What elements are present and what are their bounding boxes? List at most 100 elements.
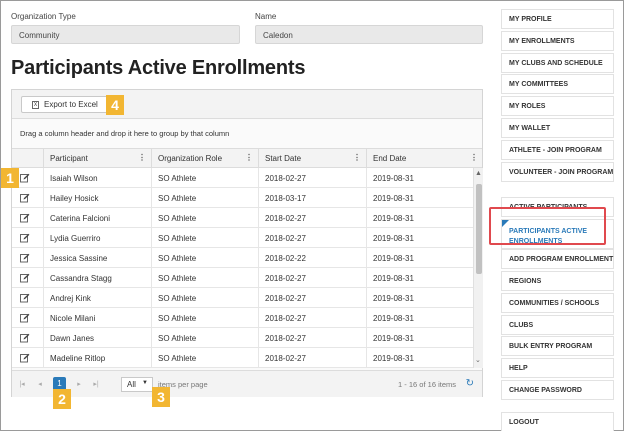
grid-scrollbar[interactable]: ▲ ⌄	[473, 168, 483, 368]
sidebar-item-label: HELP	[509, 365, 528, 373]
sidebar-item-my-roles[interactable]: MY ROLES	[501, 96, 614, 117]
first-page-icon[interactable]: |◂	[16, 379, 28, 390]
header-start-date[interactable]: Start Date ⋮	[258, 149, 366, 168]
scroll-up-icon[interactable]: ▲	[475, 170, 482, 177]
table-row[interactable]: Andrej Kink SO Athlete 2018-02-27 2019-08-3…	[12, 288, 473, 308]
participant-cell: Nicole Milani	[43, 308, 151, 328]
participant-cell: Lydia Guerriro	[43, 228, 151, 248]
sidebar-item-add-program-enrollment[interactable]: ADD PROGRAM ENROLLMENT	[501, 249, 614, 270]
scroll-thumb[interactable]	[476, 184, 482, 274]
start-date-cell: 2018-02-27	[258, 168, 366, 188]
end-date-cell: 2019-08-31	[366, 308, 473, 328]
pencil-icon[interactable]	[20, 173, 30, 183]
sidebar-item-bulk-entry-program[interactable]: BULK ENTRY PROGRAM	[501, 336, 614, 357]
sidebar-item-athlete-join-program[interactable]: ATHLETE - JOIN PROGRAM	[501, 139, 614, 160]
sidebar-item-label: CLUBS	[509, 321, 534, 329]
end-date-cell: 2019-08-31	[366, 208, 473, 228]
refresh-icon[interactable]: ↻	[466, 378, 474, 389]
column-menu-icon[interactable]: ⋮	[353, 153, 361, 162]
sidebar-item-clubs[interactable]: CLUBS	[501, 314, 614, 335]
edit-cell	[12, 328, 43, 348]
sidebar-item-label: MY ENROLLMENTS	[509, 37, 575, 45]
highlight-box	[489, 207, 606, 245]
table-row[interactable]: Dawn Janes SO Athlete 2018-02-27 2019-08-31	[12, 328, 473, 348]
prev-page-icon[interactable]: ◂	[34, 379, 46, 390]
header-end-label: End Date	[373, 154, 407, 163]
sidebar-item-regions[interactable]: REGIONS	[501, 271, 614, 291]
sidebar-item-my-committees[interactable]: MY COMMITTEES	[501, 74, 614, 95]
pencil-icon[interactable]	[20, 333, 30, 343]
org-type-field: Community	[11, 25, 240, 44]
edit-cell	[12, 268, 43, 288]
pencil-icon[interactable]	[20, 213, 30, 223]
start-date-cell: 2018-02-27	[258, 288, 366, 308]
header-organization-role[interactable]: Organization Role ⋮	[151, 149, 258, 168]
pencil-icon[interactable]	[20, 193, 30, 203]
role-cell: SO Athlete	[151, 288, 258, 308]
header-participant[interactable]: Participant ⋮	[43, 149, 151, 168]
header-end-date[interactable]: End Date ⋮	[366, 149, 483, 168]
pencil-icon[interactable]	[20, 353, 30, 363]
edit-cell	[12, 288, 43, 308]
pencil-icon[interactable]	[20, 273, 30, 283]
edit-cell	[12, 348, 43, 368]
table-row[interactable]: Lydia Guerriro SO Athlete 2018-02-27 2019-0…	[12, 228, 473, 248]
column-menu-icon[interactable]: ⋮	[470, 153, 478, 162]
grid-header: Participant ⋮ Organization Role ⋮ Start …	[12, 148, 482, 168]
sidebar-item-label: VOLUNTEER - JOIN PROGRAM	[509, 168, 614, 176]
role-cell: SO Athlete	[151, 268, 258, 288]
page-title: Participants Active Enrollments	[11, 57, 306, 79]
sidebar-item-label: CHANGE PASSWORD	[509, 387, 582, 394]
sidebar-item-my-clubs-and-schedule[interactable]: MY CLUBS AND SCHEDULE	[501, 52, 614, 73]
end-date-cell: 2019-08-31	[366, 268, 473, 288]
participant-cell: Dawn Janes	[43, 328, 151, 348]
column-menu-icon[interactable]: ⋮	[245, 153, 253, 162]
end-date-cell: 2019-08-31	[366, 328, 473, 348]
export-excel-button[interactable]: X Export to Excel	[21, 96, 109, 113]
pencil-icon[interactable]	[20, 313, 30, 323]
name-label: Name	[255, 12, 277, 21]
column-menu-icon[interactable]: ⋮	[138, 153, 146, 162]
name-field: Caledon	[255, 25, 483, 44]
page-size-select[interactable]: All ▼	[121, 377, 153, 392]
grid-body: Isaiah Wilson SO Athlete 2018-02-27 2019-08…	[12, 168, 473, 368]
end-date-cell: 2019-08-31	[366, 288, 473, 308]
header-participant-label: Participant	[50, 154, 88, 163]
sidebar-item-communities-schools[interactable]: COMMUNITIES / SCHOOLS	[501, 292, 614, 313]
sidebar-item-label: MY COMMITTEES	[509, 81, 568, 89]
sidebar-item-volunteer-join-program[interactable]: VOLUNTEER - JOIN PROGRAM	[501, 161, 614, 182]
header-role-label: Organization Role	[158, 154, 223, 163]
callout-badge-3: 3	[152, 387, 170, 407]
header-start-label: Start Date	[265, 154, 302, 163]
start-date-cell: 2018-02-27	[258, 308, 366, 328]
table-row[interactable]: Madeline Ritlop SO Athlete 2018-02-27 2019-…	[12, 348, 473, 368]
sidebar-item-my-profile[interactable]: MY PROFILE	[501, 9, 614, 29]
last-page-icon[interactable]: ▸|	[90, 379, 102, 390]
table-row[interactable]: Isaiah Wilson SO Athlete 2018-02-27 2019-08…	[12, 168, 473, 188]
table-row[interactable]: Jessica Sassine SO Athlete 2018-02-22 2019-…	[12, 248, 473, 268]
sidebar-item-help[interactable]: HELP	[501, 358, 614, 379]
sidebar-item-label: MY CLUBS AND SCHEDULE	[509, 59, 603, 67]
end-date-cell: 2019-08-31	[366, 168, 473, 188]
sidebar-item-change-password[interactable]: CHANGE PASSWORD	[501, 380, 614, 400]
table-row[interactable]: Hailey Hosick SO Athlete 2018-03-17 2019-08…	[12, 188, 473, 208]
table-row[interactable]: Caterina Falcioni SO Athlete 2018-02-27 201…	[12, 208, 473, 228]
group-drop-area[interactable]: Drag a column header and drop it here to…	[20, 129, 229, 138]
pencil-icon[interactable]	[20, 293, 30, 303]
pencil-icon[interactable]	[20, 253, 30, 263]
edit-cell	[12, 248, 43, 268]
next-page-icon[interactable]: ▸	[73, 379, 85, 390]
role-cell: SO Athlete	[151, 228, 258, 248]
sidebar-item-label: MY WALLET	[509, 125, 551, 132]
sidebar-item-logout[interactable]: LOGOUT	[501, 411, 614, 431]
table-row[interactable]: Nicole Milani SO Athlete 2018-02-27 2019-08…	[12, 308, 473, 328]
sidebar-item-my-enrollments[interactable]: MY ENROLLMENTS	[501, 30, 614, 51]
role-cell: SO Athlete	[151, 328, 258, 348]
header-edit-column	[12, 149, 43, 168]
sidebar-item-label: REGIONS	[509, 278, 542, 285]
table-row[interactable]: Cassandra Stagg SO Athlete 2018-02-27 2019-…	[12, 268, 473, 288]
pencil-icon[interactable]	[20, 233, 30, 243]
scroll-down-icon[interactable]: ⌄	[475, 356, 481, 364]
sidebar-item-my-wallet[interactable]: MY WALLET	[501, 118, 614, 138]
start-date-cell: 2018-02-27	[258, 208, 366, 228]
